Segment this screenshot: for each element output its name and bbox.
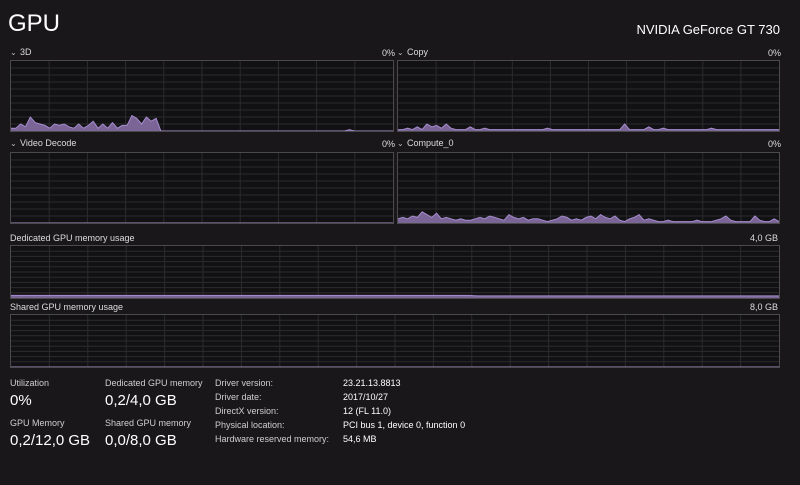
shared-memory-value: 0,0/8,0 GB <box>105 432 177 449</box>
dedicated-memory-value: 0,2/4,0 GB <box>105 392 177 409</box>
chevron-down-icon: ⌄ <box>10 139 17 148</box>
usage-graph-canvas <box>11 153 393 223</box>
physical-location-value: PCI bus 1, device 0, function 0 <box>343 420 466 430</box>
engine-label: 3D <box>20 47 32 57</box>
dedicated-memory-max: 4,0 GB <box>749 233 778 243</box>
usage-graph-canvas <box>11 315 779 367</box>
engine-selector-video-decode[interactable]: ⌄ Video Decode <box>10 138 76 148</box>
usage-graph-canvas <box>11 246 779 298</box>
dedicated-memory-label: Dedicated GPU memory <box>105 378 203 388</box>
utilization-value: 0% <box>10 392 32 409</box>
gpu-memory-value: 0,2/12,0 GB <box>10 432 91 449</box>
usage-graph-canvas <box>398 153 779 223</box>
shared-memory-label: Shared GPU memory <box>105 418 192 428</box>
driver-date-value: 2017/10/27 <box>343 392 389 402</box>
dedicated-memory-graph-label: Dedicated GPU memory usage <box>10 233 135 243</box>
driver-version-value: 23.21.13.8813 <box>343 378 401 388</box>
engine-graph-3d <box>10 60 394 132</box>
driver-version-key: Driver version: <box>215 378 274 388</box>
engine-percent: 0% <box>768 48 782 58</box>
directx-version-value: 12 (FL 11.0) <box>343 406 392 416</box>
usage-line <box>11 294 779 297</box>
engine-selector-3d[interactable]: ⌄ 3D <box>10 47 32 57</box>
usage-graph-canvas <box>11 61 393 131</box>
dedicated-memory-graph <box>10 245 780 299</box>
usage-graph-canvas <box>398 61 779 131</box>
engine-graph-compute <box>397 152 780 224</box>
gpu-memory-label: GPU Memory <box>10 418 65 428</box>
engine-selector-copy[interactable]: ⌄ Copy <box>397 47 428 57</box>
chevron-down-icon: ⌄ <box>397 139 404 148</box>
shared-memory-graph <box>10 314 780 368</box>
engine-graph-copy <box>397 60 780 132</box>
hardware-reserved-memory-value: 54,6 MB <box>343 434 377 444</box>
engine-graph-video-decode <box>10 152 394 224</box>
engine-label: Copy <box>407 47 429 57</box>
chevron-down-icon: ⌄ <box>397 48 404 57</box>
shared-memory-graph-label: Shared GPU memory usage <box>10 302 124 312</box>
engine-label: Compute_0 <box>407 138 454 148</box>
engine-label: Video Decode <box>20 138 77 148</box>
page-title: GPU <box>8 10 61 37</box>
utilization-label: Utilization <box>10 378 50 388</box>
physical-location-key: Physical location: <box>215 420 285 430</box>
shared-memory-max: 8,0 GB <box>749 302 778 312</box>
engine-percent: 0% <box>382 139 396 149</box>
directx-version-key: DirectX version: <box>215 406 279 416</box>
driver-date-key: Driver date: <box>215 392 262 402</box>
engine-selector-compute[interactable]: ⌄ Compute_0 <box>397 138 454 148</box>
hardware-reserved-memory-key: Hardware reserved memory: <box>215 434 330 444</box>
gpu-model-name: NVIDIA GeForce GT 730 <box>636 22 780 37</box>
engine-percent: 0% <box>768 139 782 149</box>
chevron-down-icon: ⌄ <box>10 48 17 57</box>
engine-percent: 0% <box>382 48 396 58</box>
